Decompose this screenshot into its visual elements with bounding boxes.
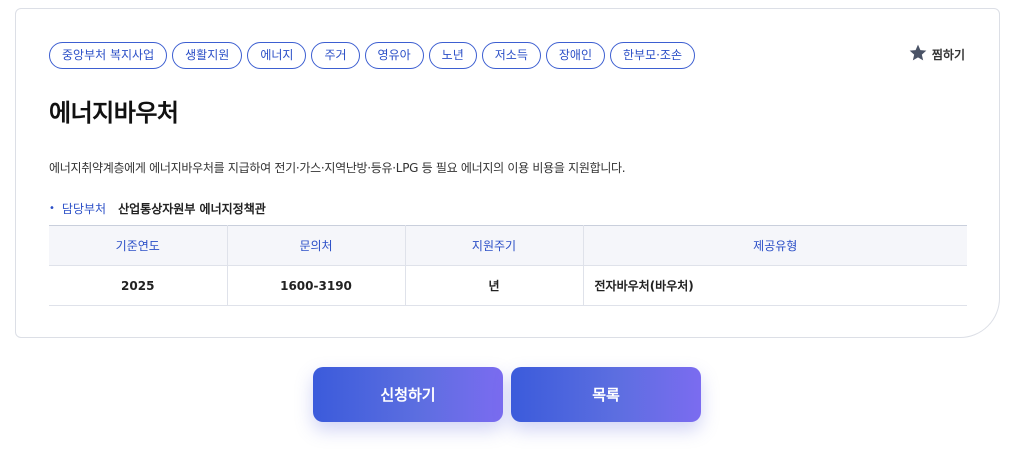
tag-item[interactable]: 저소득 (481, 42, 541, 69)
bookmark-button[interactable]: 찜하기 (908, 43, 965, 66)
tag-item[interactable]: 중앙부처 복지사업 (49, 42, 168, 69)
list-button[interactable]: 목록 (511, 367, 701, 422)
bookmark-label: 찜하기 (931, 48, 965, 62)
tag-item[interactable]: 생활지원 (172, 42, 243, 69)
column-header: 제공유형 (583, 225, 967, 266)
column-header: 문의처 (227, 225, 406, 266)
table-cell: 년 (405, 265, 584, 306)
tag-item[interactable]: 영유아 (364, 42, 424, 69)
tag-item[interactable]: 한부모·조손 (610, 42, 696, 69)
bullet-icon: • (49, 203, 55, 214)
table-cell: 2025 (49, 265, 228, 306)
column-header: 지원주기 (405, 225, 584, 266)
tag-item[interactable]: 주거 (311, 42, 360, 69)
department-value: 산업통상자원부 에너지정책관 (118, 202, 266, 216)
service-description: 에너지취약계층에게 에너지바우처를 지급하여 전기·가스·지역난방·등유·LPG… (49, 161, 626, 175)
column-header: 기준연도 (49, 225, 228, 266)
info-table: 기준연도 문의처 지원주기 제공유형 2025 1600-3190 년 전자바우… (49, 225, 967, 306)
tag-item[interactable]: 에너지 (247, 42, 307, 69)
department-info: • 담당부처 산업통상자원부 에너지정책관 (49, 200, 266, 217)
table-row: 2025 1600-3190 년 전자바우처(바우처) (49, 265, 967, 306)
tag-list: 중앙부처 복지사업 생활지원 에너지 주거 영유아 노년 저소득 장애인 한부모… (49, 42, 696, 69)
tag-item[interactable]: 노년 (428, 42, 477, 69)
table-cell: 전자바우처(바우처) (583, 265, 967, 306)
tag-item[interactable]: 장애인 (545, 42, 605, 69)
service-detail-card: 중앙부처 복지사업 생활지원 에너지 주거 영유아 노년 저소득 장애인 한부모… (15, 8, 1000, 338)
table-cell: 1600-3190 (227, 265, 406, 306)
page-title: 에너지바우처 (49, 99, 179, 127)
table-header-row: 기준연도 문의처 지원주기 제공유형 (49, 225, 967, 266)
star-icon (908, 43, 928, 66)
apply-button[interactable]: 신청하기 (313, 367, 503, 422)
department-label: 담당부처 (61, 202, 107, 216)
